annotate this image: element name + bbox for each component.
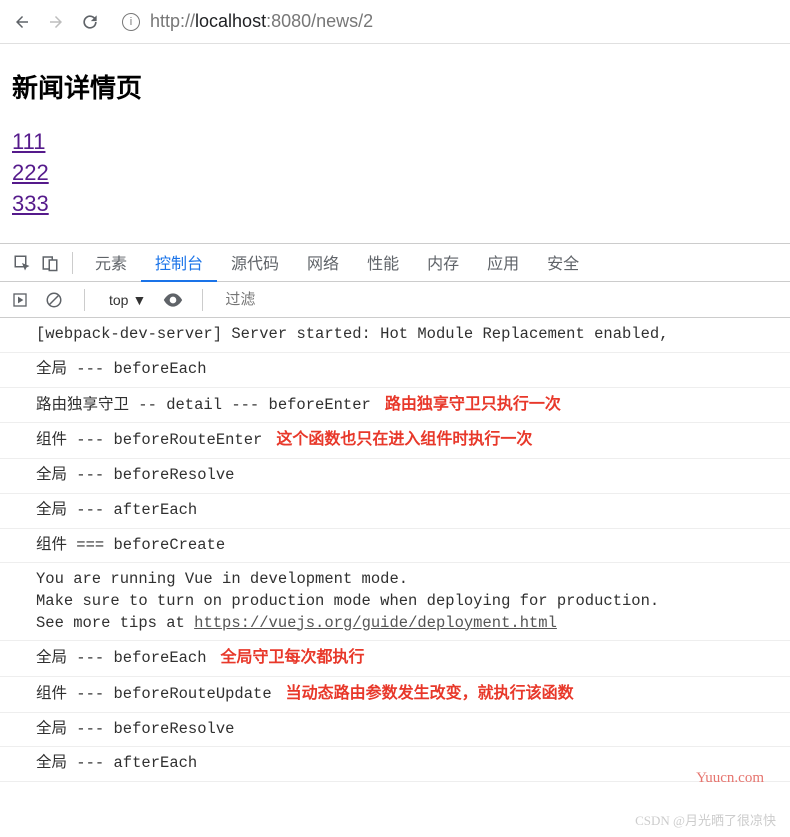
- devtools-tab[interactable]: 控制台: [141, 244, 217, 282]
- news-link[interactable]: 222: [12, 158, 49, 189]
- watermark: Yuucn.com: [696, 770, 764, 787]
- console-message: 全局 --- afterEach: [36, 754, 197, 772]
- console-row: 全局 --- beforeResolve: [0, 459, 790, 494]
- console-row: You are running Vue in development mode.…: [0, 563, 790, 641]
- console-row: 全局 --- beforeEach 全局守卫每次都执行: [0, 641, 790, 677]
- console-row: 全局 --- afterEach: [0, 494, 790, 529]
- console-row: 组件 --- beforeRouteUpdate 当动态路由参数发生改变，就执行该…: [0, 677, 790, 713]
- news-link[interactable]: 111: [12, 127, 45, 158]
- console-row: [webpack-dev-server] Server started: Hot…: [0, 318, 790, 353]
- clear-console-icon[interactable]: [42, 288, 66, 312]
- url-path: :8080/news/2: [266, 11, 373, 31]
- console-message: 组件 === beforeCreate: [36, 536, 225, 554]
- console-row: 组件 --- beforeRouteEnter 这个函数也只在进入组件时执行一次: [0, 423, 790, 459]
- console-row: 全局 --- afterEach: [0, 747, 790, 782]
- execution-context-selector[interactable]: top ▼: [103, 292, 152, 308]
- console-row: 全局 --- beforeEach: [0, 353, 790, 388]
- news-link[interactable]: 333: [12, 189, 49, 220]
- annotation-text: 这个函数也只在进入组件时执行一次: [276, 431, 532, 448]
- devtools-tab[interactable]: 网络: [293, 244, 353, 282]
- console-message: 组件 --- beforeRouteEnter: [36, 431, 262, 449]
- address-bar[interactable]: i http://localhost:8080/news/2: [114, 11, 778, 32]
- console-message: You are running Vue in development mode.…: [36, 570, 659, 631]
- console-filter-input[interactable]: [221, 289, 782, 310]
- news-links: 111 222 333: [12, 127, 778, 219]
- url-prefix: http://: [150, 11, 195, 31]
- devtools-tabbar: 元素控制台源代码网络性能内存应用安全: [0, 244, 790, 282]
- page-body: 新闻详情页 111 222 333: [0, 44, 790, 243]
- back-button[interactable]: [12, 12, 32, 32]
- watermark: CSDN @月光晒了很凉快: [635, 810, 776, 829]
- console-message: 路由独享守卫 -- detail --- beforeEnter: [36, 396, 371, 414]
- devtools-tab[interactable]: 元素: [81, 244, 141, 282]
- site-info-icon[interactable]: i: [122, 13, 140, 31]
- annotation-text: 全局守卫每次都执行: [221, 649, 365, 666]
- devtools-tabs: 元素控制台源代码网络性能内存应用安全: [81, 244, 593, 282]
- console-message: 全局 --- afterEach: [36, 501, 197, 519]
- inspect-element-icon[interactable]: [8, 249, 36, 277]
- console-message: 全局 --- beforeEach: [36, 649, 207, 667]
- console-link[interactable]: https://vuejs.org/guide/deployment.html: [194, 614, 557, 632]
- annotation-text: 路由独享守卫只执行一次: [385, 396, 561, 413]
- console-output: [webpack-dev-server] Server started: Hot…: [0, 318, 790, 782]
- url-text: http://localhost:8080/news/2: [150, 11, 373, 32]
- console-row: 路由独享守卫 -- detail --- beforeEnter 路由独享守卫只执…: [0, 388, 790, 424]
- console-row: 组件 === beforeCreate: [0, 529, 790, 564]
- live-expression-icon[interactable]: [162, 288, 184, 312]
- devtools-tab[interactable]: 安全: [533, 244, 593, 282]
- page-title: 新闻详情页: [12, 68, 778, 105]
- devtools-tab[interactable]: 应用: [473, 244, 533, 282]
- browser-toolbar: i http://localhost:8080/news/2: [0, 0, 790, 44]
- console-message: 全局 --- beforeEach: [36, 360, 207, 378]
- console-toolbar: top ▼: [0, 282, 790, 318]
- console-row: 全局 --- beforeResolve: [0, 713, 790, 748]
- devtools-panel: 元素控制台源代码网络性能内存应用安全 top ▼ [webpack-dev-se…: [0, 243, 790, 782]
- url-host: localhost: [195, 11, 266, 31]
- divider: [84, 289, 85, 311]
- scope-label: top: [109, 292, 128, 308]
- devtools-tab[interactable]: 内存: [413, 244, 473, 282]
- console-message: 全局 --- beforeResolve: [36, 466, 234, 484]
- console-message: [webpack-dev-server] Server started: Hot…: [36, 325, 669, 343]
- divider: [72, 252, 73, 274]
- device-toggle-icon[interactable]: [36, 249, 64, 277]
- console-play-icon[interactable]: [8, 288, 32, 312]
- forward-button[interactable]: [46, 12, 66, 32]
- reload-button[interactable]: [80, 12, 100, 32]
- devtools-tab[interactable]: 源代码: [217, 244, 293, 282]
- console-message: 组件 --- beforeRouteUpdate: [36, 685, 272, 703]
- devtools-tab[interactable]: 性能: [353, 244, 413, 282]
- divider: [202, 289, 203, 311]
- annotation-text: 当动态路由参数发生改变，就执行该函数: [286, 685, 574, 702]
- chevron-down-icon: ▼: [132, 292, 146, 308]
- console-message: 全局 --- beforeResolve: [36, 720, 234, 738]
